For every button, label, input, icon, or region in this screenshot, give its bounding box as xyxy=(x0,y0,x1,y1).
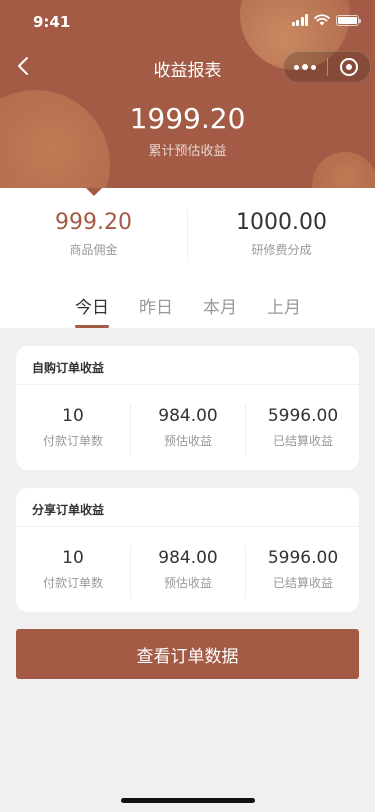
stat-settled-earnings: 5996.00 已结算收益 xyxy=(246,406,360,449)
stat-label: 已结算收益 xyxy=(272,434,333,448)
commission-label: 商品佣金 xyxy=(69,243,118,257)
stat-value: 984.00 xyxy=(158,406,218,426)
tab-yesterday[interactable]: 昨日 xyxy=(126,293,186,318)
stat-value: 984.00 xyxy=(158,548,218,568)
more-dots-icon xyxy=(294,64,300,70)
active-tab-indicator xyxy=(75,325,109,328)
status-bar: 9:41 xyxy=(0,0,375,44)
stat-label: 已结算收益 xyxy=(272,576,333,590)
training-share-label: 研修费分成 xyxy=(251,243,312,257)
stat-value: 10 xyxy=(62,548,84,568)
header-pointer xyxy=(86,188,102,196)
card-title: 分享订单收益 xyxy=(32,503,105,517)
total-estimated-label: 累计预估收益 xyxy=(148,144,227,159)
stat-estimated-earnings: 984.00 预估收益 xyxy=(131,406,245,449)
card-divider xyxy=(16,526,359,527)
training-share-summary: 1000.00 研修费分成 xyxy=(188,210,375,258)
stat-paid-orders: 10 付款订单数 xyxy=(16,548,130,591)
self-purchase-card: 自购订单收益 10 付款订单数 984.00 预估收益 5996.00 已结算收… xyxy=(16,346,359,470)
stat-value: 10 xyxy=(62,406,84,426)
stat-label: 预估收益 xyxy=(163,576,212,590)
tab-this-month[interactable]: 本月 xyxy=(190,293,250,318)
commission-value: 999.20 xyxy=(55,210,132,235)
signal-icon xyxy=(291,14,308,26)
stat-label: 预估收益 xyxy=(163,434,212,448)
shared-order-card: 分享订单收益 10 付款订单数 984.00 预估收益 5996.00 已结算收… xyxy=(16,488,359,612)
tab-last-month[interactable]: 上月 xyxy=(254,293,314,318)
stat-settled-earnings: 5996.00 已结算收益 xyxy=(246,548,360,591)
card-title: 自购订单收益 xyxy=(32,361,105,375)
total-estimated-amount: 1999.20 xyxy=(129,102,246,135)
stat-value: 5996.00 xyxy=(267,406,339,426)
commission-summary: 999.20 商品佣金 xyxy=(0,210,187,258)
status-icons xyxy=(291,14,361,26)
summary-panel: 999.20 商品佣金 1000.00 研修费分成 今日 昨日 本月 上月 xyxy=(0,188,375,328)
stat-label: 付款订单数 xyxy=(42,434,103,448)
nav-bar: 收益报表 xyxy=(0,44,375,88)
battery-icon xyxy=(336,14,361,26)
view-order-data-button[interactable]: 查看订单数据 xyxy=(16,629,359,679)
more-button[interactable] xyxy=(284,52,327,82)
tab-today[interactable]: 今日 xyxy=(62,293,122,318)
status-time: 9:41 xyxy=(33,13,71,31)
home-indicator xyxy=(121,798,255,803)
target-circle-icon xyxy=(339,58,358,76)
training-share-value: 1000.00 xyxy=(236,210,327,235)
card-divider xyxy=(16,384,359,385)
stat-value: 5996.00 xyxy=(267,548,339,568)
wifi-icon xyxy=(314,14,330,26)
stat-paid-orders: 10 付款订单数 xyxy=(16,406,130,449)
close-miniprogram-button[interactable] xyxy=(327,52,370,82)
stat-label: 付款订单数 xyxy=(42,576,103,590)
miniprogram-capsule xyxy=(283,51,371,83)
period-tabs: 今日 昨日 本月 上月 xyxy=(0,288,375,328)
report-header: 9:41 收益报表 1999.20 累计预估收益 xyxy=(0,0,375,188)
stat-estimated-earnings: 984.00 预估收益 xyxy=(131,548,245,591)
